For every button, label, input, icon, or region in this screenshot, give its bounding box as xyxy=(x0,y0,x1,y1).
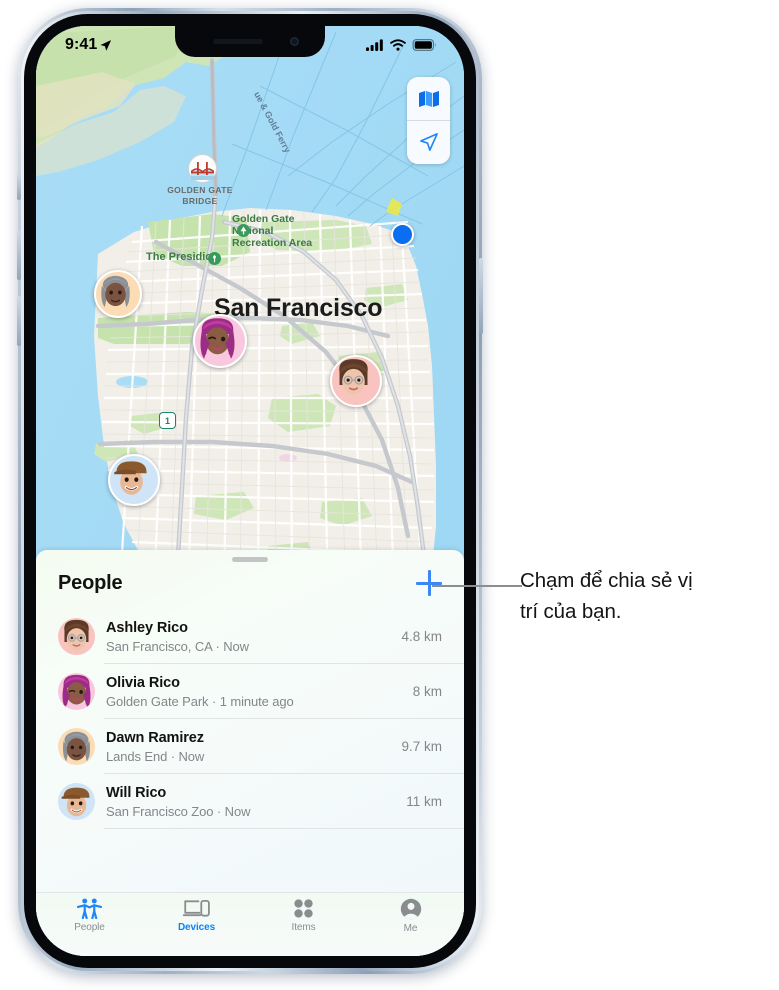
people-list: Ashley Rico San Francisco, CA · Now 4.8 … xyxy=(36,609,464,892)
olivia-memoji xyxy=(200,318,235,359)
page-title: People xyxy=(58,571,123,594)
list-item[interactable]: Dawn Ramirez Lands End · Now 9.7 km xyxy=(36,719,464,774)
person-distance: 8 km xyxy=(412,684,442,699)
golden-gate-bridge-icon xyxy=(188,154,217,183)
person-location: San Francisco, CA · Now xyxy=(106,638,249,654)
list-item[interactable]: Ashley Rico San Francisco, CA · Now 4.8 … xyxy=(36,609,464,664)
location-arrow-icon xyxy=(420,133,438,151)
will-memoji xyxy=(114,461,147,495)
list-item[interactable]: Olivia Rico Golden Gate Park · 1 minute … xyxy=(36,664,464,719)
callout-line-2: trí của bạn. xyxy=(520,600,622,623)
person-name: Ashley Rico xyxy=(106,619,188,636)
bridge-glyph xyxy=(191,162,214,180)
tab-people[interactable]: People xyxy=(36,898,143,933)
tab-label-me: Me xyxy=(403,923,418,934)
list-item-text: Olivia Rico Golden Gate Park · 1 minute … xyxy=(106,674,405,710)
sheet-header: People xyxy=(36,562,464,609)
locate-me-button[interactable] xyxy=(407,121,450,164)
highway-shield-1: 1 xyxy=(159,412,176,429)
person-location: Lands End · Now xyxy=(106,748,205,764)
dawn-avatar-memoji xyxy=(63,731,90,762)
map-pin-will-rico[interactable] xyxy=(108,454,160,506)
location-arrow-icon xyxy=(100,39,112,51)
status-time: 9:41 xyxy=(65,36,98,53)
callout-leader-line xyxy=(432,585,522,587)
callout-annotation: Chạm để chia sẻ vị trí của bạn. xyxy=(520,565,778,627)
avatar xyxy=(58,673,95,710)
ashley-memoji xyxy=(339,359,368,395)
status-indicators xyxy=(366,39,437,51)
person-distance: 11 km xyxy=(406,794,442,809)
person-name: Will Rico xyxy=(106,784,167,801)
dawn-memoji xyxy=(101,275,130,308)
battery-full-icon xyxy=(412,39,436,51)
person-location: Golden Gate Park · 1 minute ago xyxy=(106,693,294,709)
items-grid-icon xyxy=(294,899,313,918)
map-pin-olivia-rico[interactable] xyxy=(193,314,247,368)
list-item[interactable]: Will Rico San Francisco Zoo · Now 11 km xyxy=(36,774,464,829)
presidio-park-icon xyxy=(208,252,221,265)
map-mode-button[interactable] xyxy=(407,77,450,120)
person-name: Olivia Rico xyxy=(106,674,180,691)
person-distance: 4.8 km xyxy=(401,629,442,644)
devices-icon xyxy=(183,899,210,917)
list-item-text: Will Rico San Francisco Zoo · Now xyxy=(106,784,398,820)
status-bar: 9:41 xyxy=(36,26,464,59)
person-circle-icon xyxy=(400,898,421,920)
iphone-device: ue & Gold Ferry GOLDEN GATE BRIDGE Golde… xyxy=(17,8,483,974)
park-tree-icon xyxy=(237,224,250,237)
tab-label-devices: Devices xyxy=(177,922,216,933)
map-pin-dawn-ramirez[interactable] xyxy=(94,270,142,318)
tab-label-people: People xyxy=(74,922,105,933)
ashley-avatar-memoji xyxy=(64,619,89,651)
list-item-text: Ashley Rico San Francisco, CA · Now xyxy=(106,619,393,655)
person-name: Dawn Ramirez xyxy=(106,729,204,746)
tab-label-items: Items xyxy=(291,922,316,933)
status-time-group: 9:41 xyxy=(65,36,112,54)
will-avatar-memoji xyxy=(61,787,90,817)
list-item-text: Dawn Ramirez Lands End · Now xyxy=(106,729,393,765)
phone-screen: ue & Gold Ferry GOLDEN GATE BRIDGE Golde… xyxy=(36,26,464,956)
person-distance: 9.7 km xyxy=(401,739,442,754)
avatar xyxy=(58,783,95,820)
add-person-button[interactable] xyxy=(416,570,442,596)
person-location: San Francisco Zoo · Now xyxy=(106,803,251,819)
people-sheet: People Ashley Rico San Francisco, CA · N… xyxy=(36,550,464,956)
olivia-avatar-memoji xyxy=(62,674,91,709)
map-icon xyxy=(418,90,439,107)
cellular-bars-icon xyxy=(366,39,383,51)
current-location-dot xyxy=(391,223,414,246)
volume-up-button[interactable] xyxy=(17,230,21,280)
avatar xyxy=(58,728,95,765)
avatar xyxy=(58,618,95,655)
people-icon xyxy=(77,898,102,919)
callout-line-1: Chạm để chia sẻ vị xyxy=(520,569,693,592)
tab-devices[interactable]: Devices xyxy=(143,898,250,933)
tab-items[interactable]: Items xyxy=(250,898,357,933)
silent-switch[interactable] xyxy=(17,174,21,200)
wifi-icon xyxy=(390,39,406,51)
volume-down-button[interactable] xyxy=(17,296,21,346)
tab-me[interactable]: Me xyxy=(357,898,464,934)
tab-bar: People Devices Items Me xyxy=(36,892,464,956)
map-controls-panel[interactable] xyxy=(407,77,450,164)
map-pin-ashley-rico[interactable] xyxy=(330,355,382,407)
power-button[interactable] xyxy=(479,258,483,334)
